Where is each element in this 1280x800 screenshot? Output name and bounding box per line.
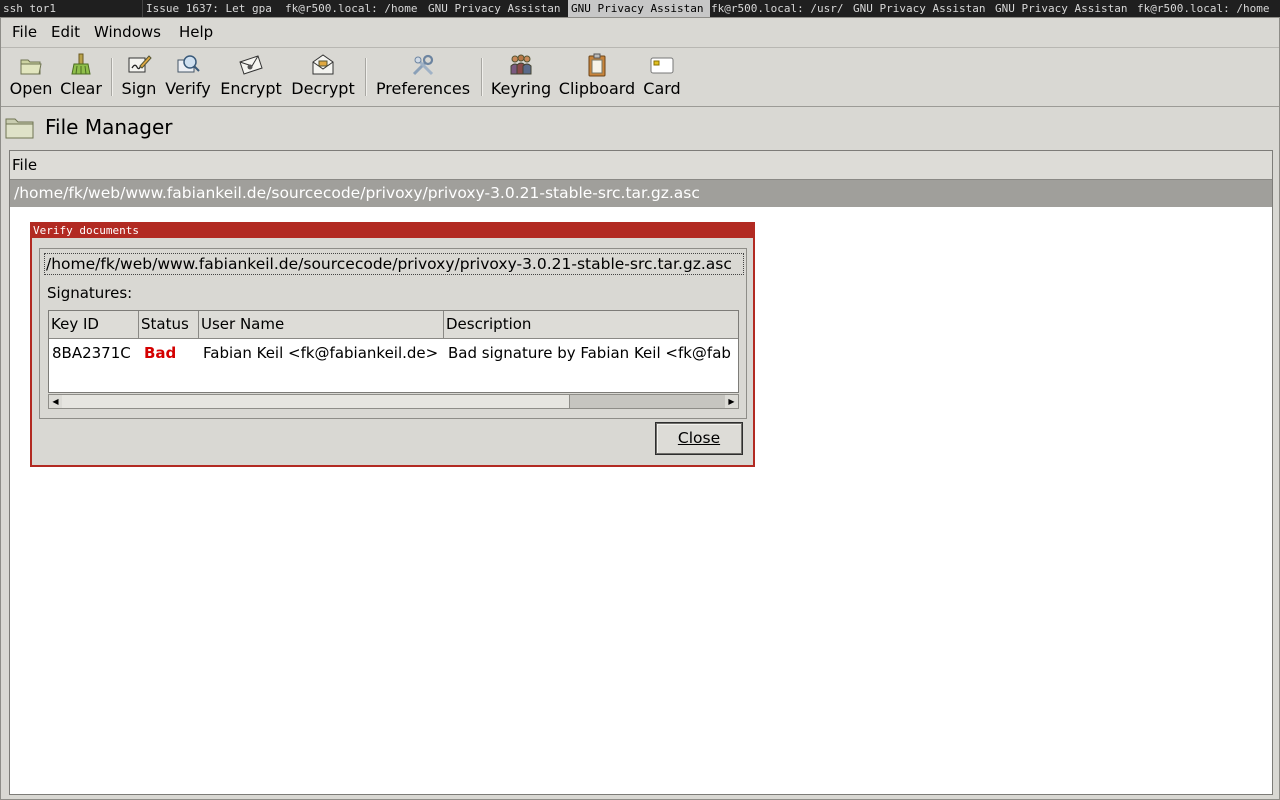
folder-icon [5, 118, 34, 139]
task-gpa-3[interactable]: GNU Privacy Assistan [992, 0, 1138, 17]
taskbar: ssh tor1 Issue 1637: Let gpa fk@r500.loc… [0, 0, 1280, 17]
task-gpa-active[interactable]: GNU Privacy Assistan [568, 0, 710, 17]
document-path-tab[interactable]: /home/fk/web/www.fabiankeil.de/sourcecod… [44, 253, 744, 275]
task-ssh-tor1[interactable]: ssh tor1 [0, 0, 142, 17]
column-description[interactable]: Description [444, 311, 738, 338]
dialog-title[interactable]: Verify documents [32, 224, 753, 238]
horizontal-scrollbar[interactable]: ◀ ▶ [48, 394, 739, 409]
toolbar-separator [481, 58, 483, 96]
verify-button[interactable]: Verify [164, 52, 212, 104]
sign-pen-icon [128, 55, 152, 73]
scroll-right-icon[interactable]: ▶ [725, 395, 738, 408]
clear-button[interactable]: Clear [59, 52, 103, 104]
toolbar-separator [111, 58, 113, 96]
keyring-button[interactable]: Keyring [489, 52, 553, 104]
menu-file[interactable]: File [9, 18, 40, 47]
card-button[interactable]: Card [640, 52, 684, 104]
file-row-selected[interactable]: /home/fk/web/www.fabiankeil.de/sourcecod… [10, 180, 1272, 207]
menubar: File Edit Windows Help [1, 18, 1279, 47]
smartcard-icon [650, 57, 674, 74]
clipboard-icon [588, 53, 606, 77]
cell-description: Bad signature by Fabian Keil <fk@fab [448, 344, 731, 362]
cell-key-id: 8BA2371C [52, 344, 131, 362]
decrypt-button[interactable]: Decrypt [290, 52, 356, 104]
task-gpa-2[interactable]: GNU Privacy Assistan [850, 0, 996, 17]
menu-help[interactable]: Help [176, 18, 216, 47]
envelope-open-icon [312, 54, 334, 75]
toolbar-separator [365, 58, 367, 96]
scroll-left-icon[interactable]: ◀ [49, 395, 62, 408]
task-issue-1637[interactable]: Issue 1637: Let gpa [142, 0, 285, 17]
column-key-id[interactable]: Key ID [49, 311, 139, 338]
column-user-name[interactable]: User Name [199, 311, 444, 338]
task-terminal-home-2[interactable]: fk@r500.local: /home [1134, 0, 1280, 17]
task-terminal-home[interactable]: fk@r500.local: /home [282, 0, 428, 17]
clipboard-button[interactable]: Clipboard [558, 52, 636, 104]
document-tab-frame: /home/fk/web/www.fabiankeil.de/sourcecod… [39, 248, 747, 419]
column-status[interactable]: Status [139, 311, 199, 338]
verify-documents-dialog: Verify documents /home/fk/web/www.fabian… [30, 222, 755, 467]
signatures-table-header: Key ID Status User Name Description [49, 311, 738, 339]
file-column-header[interactable]: File [10, 151, 1272, 180]
scrollbar-thumb[interactable] [62, 395, 570, 408]
folder-open-icon [20, 59, 42, 75]
menu-edit[interactable]: Edit [48, 18, 83, 47]
cell-status: Bad [144, 344, 177, 362]
verify-magnifier-icon [177, 55, 200, 73]
task-terminal-usr[interactable]: fk@r500.local: /usr/ [708, 0, 854, 17]
menu-windows[interactable]: Windows [91, 18, 164, 47]
toolbar: Open Clear Sign Verify Encrypt Decrypt P… [1, 47, 1279, 107]
signatures-label: Signatures: [47, 284, 133, 302]
task-gpa-1[interactable]: GNU Privacy Assistan [425, 0, 571, 17]
page-title: File Manager [45, 115, 173, 139]
table-row[interactable]: 8BA2371C Bad Fabian Keil <fk@fabiankeil.… [49, 339, 738, 367]
open-button[interactable]: Open [7, 52, 55, 104]
close-button[interactable]: Close [655, 422, 743, 455]
preferences-button[interactable]: Preferences [374, 52, 472, 104]
keyring-people-icon [510, 54, 532, 75]
encrypt-button[interactable]: Encrypt [219, 52, 283, 104]
cell-user-name: Fabian Keil <fk@fabiankeil.de> [203, 344, 439, 362]
tools-wrench-icon [412, 54, 434, 76]
broom-icon [71, 53, 91, 75]
signatures-table[interactable]: Key ID Status User Name Description 8BA2… [48, 310, 739, 393]
sign-button[interactable]: Sign [120, 52, 158, 104]
file-manager-header: File Manager [1, 109, 1279, 147]
envelope-lock-icon [239, 55, 263, 75]
